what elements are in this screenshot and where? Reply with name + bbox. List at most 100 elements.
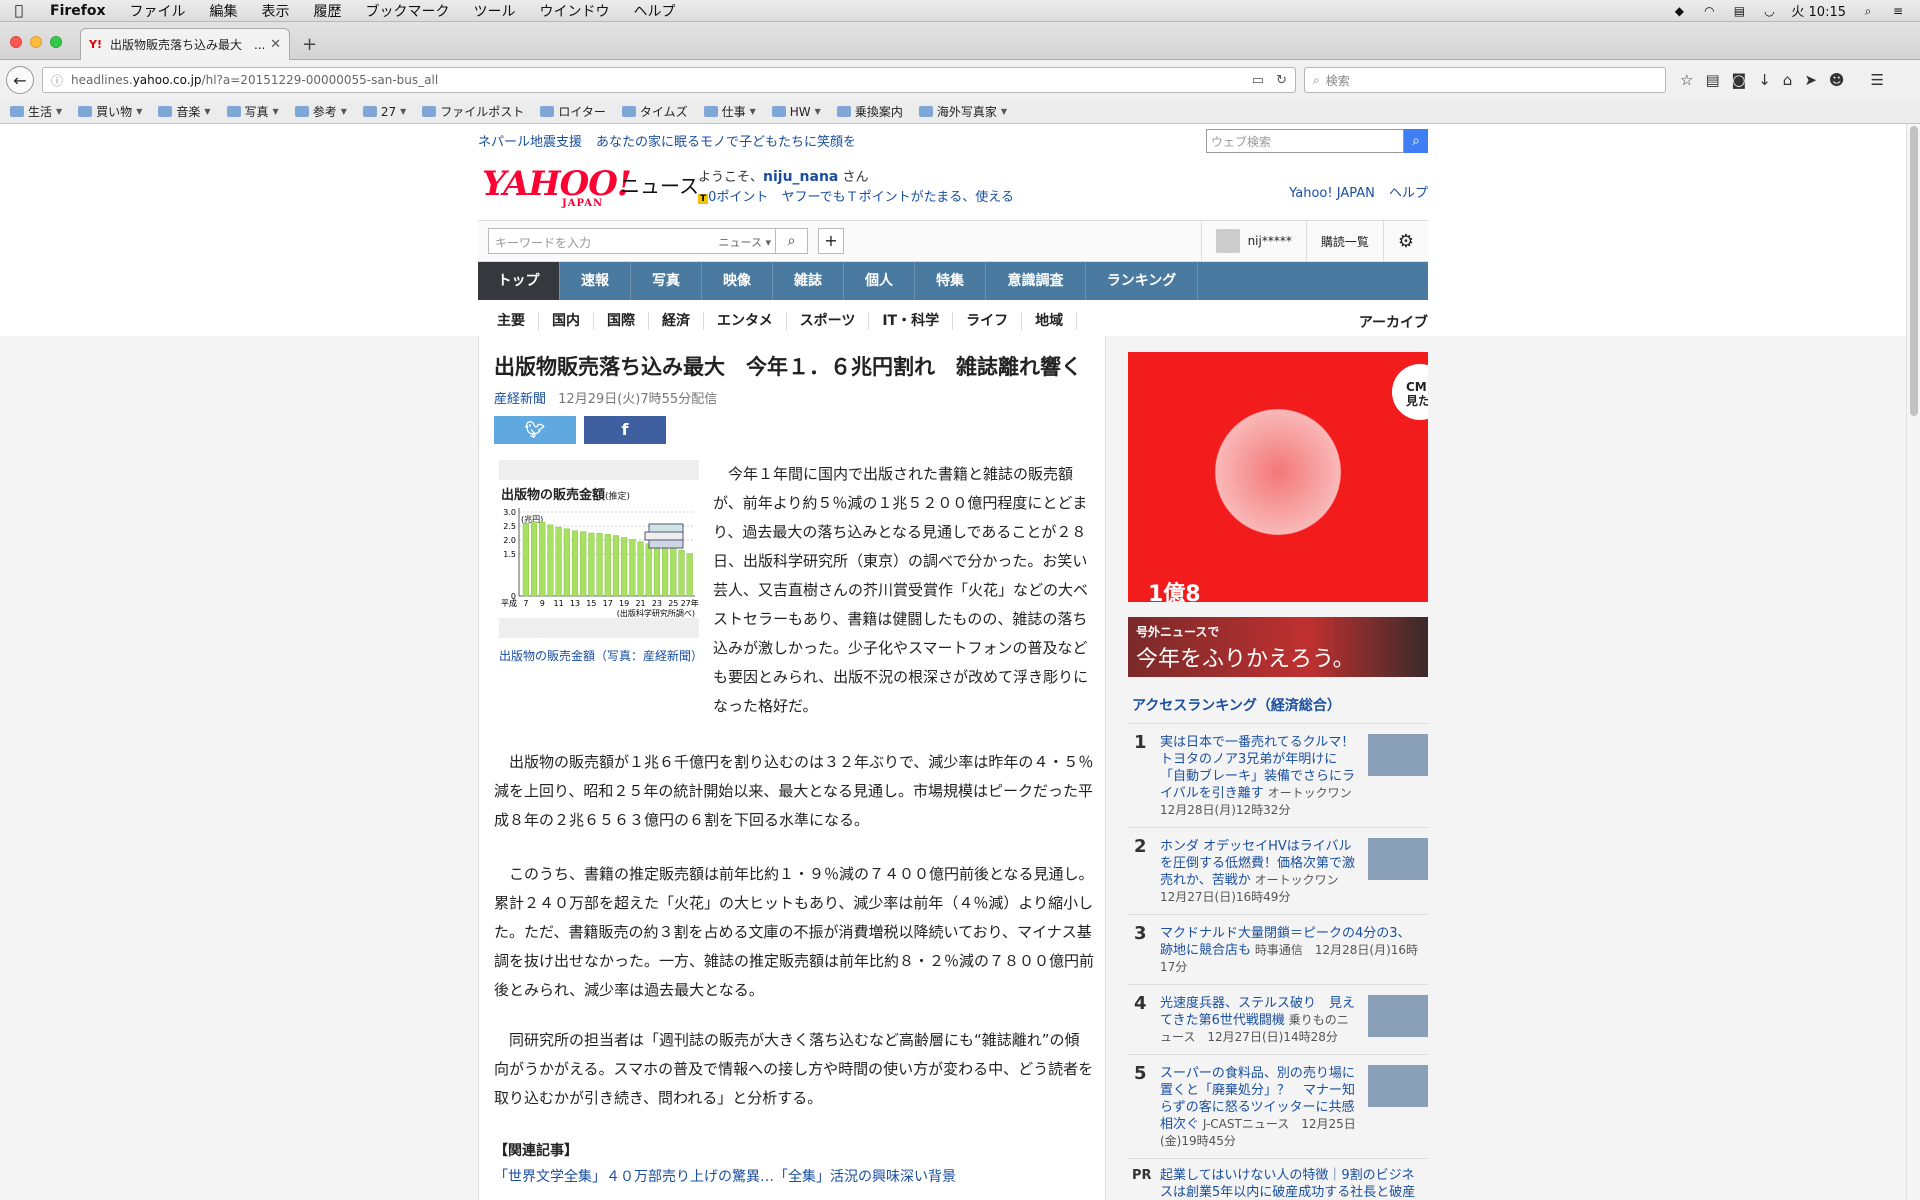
search-scope-dropdown[interactable]: ニュース ▾	[719, 234, 771, 250]
menu-view[interactable]: 表示	[250, 1, 302, 21]
settings-gear-icon[interactable]: ⚙	[1382, 221, 1428, 261]
wifi-status-icon[interactable]: ◠	[1701, 4, 1717, 18]
bookmark-star-icon[interactable]: ☆	[1680, 71, 1693, 89]
sub-nav-item[interactable]: エンタメ	[704, 312, 787, 330]
sub-nav-item[interactable]: 主要	[484, 312, 539, 330]
bookmark-item[interactable]: 写真 ▼	[226, 103, 279, 120]
minimize-window-button[interactable]	[30, 36, 42, 48]
menu-edit[interactable]: 編集	[198, 1, 250, 21]
ranking-item[interactable]: 1 実は日本で一番売れてるクルマ！トヨタのノア3兄弟が年明けに「自動ブレーキ」装備…	[1128, 724, 1428, 828]
send-icon[interactable]: ➤	[1804, 71, 1817, 89]
ranking-item[interactable]: 4 光速度兵器、ステルス破り 見えてきた第6世代戦闘機 乗りものニュース 12月2…	[1128, 985, 1428, 1055]
hamburger-menu-icon[interactable]: ☰	[1871, 71, 1884, 89]
reading-list-icon[interactable]: ▤	[1705, 71, 1719, 89]
home-icon[interactable]: ⌂	[1783, 71, 1793, 89]
notification-center-icon[interactable]: ≡	[1890, 4, 1906, 18]
bookmark-item[interactable]: 参考 ▼	[294, 103, 347, 120]
archive-link[interactable]: アーカイブ	[1359, 312, 1428, 332]
global-nav-item[interactable]: 個人	[844, 262, 915, 300]
bookmark-item[interactable]: 生活 ▼	[10, 103, 62, 120]
help-link[interactable]: ヘルプ	[1389, 186, 1428, 201]
download-icon[interactable]: ↓	[1758, 71, 1771, 89]
menu-tools[interactable]: ツール	[462, 1, 528, 21]
related-article-link[interactable]: 「世界文学全集」４０万部売り上げの驚異…「全集」活況の興味深い背景	[494, 1166, 956, 1186]
twitter-share-button[interactable]: 🐦︎	[494, 416, 576, 444]
back-button[interactable]: ←	[6, 66, 34, 94]
sub-nav-item[interactable]: 国内	[539, 312, 594, 330]
global-nav-item[interactable]: 速報	[560, 262, 631, 300]
ranking-item[interactable]: 3 マクドナルド大量閉鎖＝ピークの4分の3、跡地に競合店も 時事通信 12月28日…	[1128, 915, 1428, 985]
bookmark-item[interactable]: 仕事 ▼	[703, 103, 756, 120]
pocket-icon[interactable]: ◙	[1732, 71, 1747, 89]
global-nav-item[interactable]: 意識調査	[986, 262, 1086, 300]
ranking-thumbnail[interactable]	[1368, 995, 1428, 1037]
search-bar[interactable]: ⌕ 検索	[1304, 67, 1666, 93]
sub-nav-item[interactable]: 国際	[594, 312, 649, 330]
username-link[interactable]: niju_nana	[763, 169, 838, 185]
ranking-thumbnail[interactable]	[1368, 1065, 1428, 1107]
tab-active[interactable]: Y! 出版物販売落ち込み最大 ... ✕	[80, 28, 290, 60]
account-menu[interactable]: nij*****	[1200, 221, 1306, 261]
add-button[interactable]: +	[818, 228, 844, 254]
yahoo-japan-link[interactable]: Yahoo! JAPAN	[1289, 186, 1375, 201]
yahoo-logo[interactable]: YAHOO! JAPAN	[482, 164, 632, 209]
figure-caption[interactable]: 出版物の販売金額（写真：産経新聞）	[499, 648, 703, 665]
bookmark-item[interactable]: 音楽 ▼	[158, 103, 211, 120]
menu-file[interactable]: ファイル	[118, 1, 198, 21]
global-nav-item[interactable]: ランキング	[1086, 262, 1198, 300]
subscriptions-link[interactable]: 購読一覧	[1305, 221, 1383, 261]
link-nepal-support[interactable]: ネパール地震支援	[478, 131, 582, 150]
sub-nav-item[interactable]: スポーツ	[787, 312, 870, 330]
bookmark-item[interactable]: ロイター	[540, 103, 606, 120]
tpoint-balance[interactable]: 0ポイント	[708, 190, 768, 205]
bookmark-item[interactable]: 乗換案内	[836, 103, 903, 120]
close-tab-icon[interactable]: ✕	[270, 37, 281, 52]
global-nav-item[interactable]: トップ	[478, 262, 560, 300]
global-nav-item[interactable]: 映像	[702, 262, 773, 300]
new-tab-button[interactable]: +	[302, 34, 317, 55]
bookmark-item[interactable]: 海外写真家 ▼	[918, 103, 1007, 120]
reader-view-icon[interactable]: ▭	[1252, 73, 1264, 88]
menu-app-name[interactable]: Firefox	[38, 3, 118, 19]
chat-icon[interactable]: ☻	[1829, 71, 1845, 89]
page-info-icon[interactable]: ⓘ	[51, 72, 63, 89]
sub-nav-item[interactable]: ライフ	[953, 312, 1023, 330]
dropbox-icon[interactable]: ◆	[1671, 4, 1687, 18]
web-search-button[interactable]: ⌕	[1404, 129, 1428, 153]
ranking-item[interactable]: 2 ホンダ オデッセイHVはライバルを圧倒する低燃費！価格次第で激売れか、苦戦か …	[1128, 828, 1428, 915]
sub-nav-item[interactable]: 地域	[1022, 312, 1078, 330]
global-nav-item[interactable]: 雑誌	[773, 262, 844, 300]
ranking-title[interactable]: アクセスランキング（経済総合）	[1128, 695, 1428, 724]
global-nav-item[interactable]: 特集	[915, 262, 986, 300]
pr-item[interactable]: PR 起業してはいけない人の特徴｜9割のビジネスは創業5年以内に破産成功する社長…	[1128, 1159, 1428, 1200]
url-bar[interactable]: ⓘ headlines.yahoo.co.jp/hl?a=20151229-00…	[42, 67, 1296, 93]
spotlight-icon[interactable]: ⌕	[1860, 4, 1876, 18]
wifi-icon[interactable]: ◡	[1761, 4, 1777, 18]
bookmark-item[interactable]: 27 ▼	[362, 105, 406, 119]
bookmark-item[interactable]: タイムズ	[621, 103, 688, 120]
link-smile-campaign[interactable]: あなたの家に眠るモノで子どもたちに笑顔を	[596, 131, 856, 150]
menubar-clock[interactable]: 火 10:15	[1791, 1, 1846, 20]
menu-window[interactable]: ウインドウ	[528, 1, 622, 21]
year-review-banner[interactable]: 号外ニュースで 今年をふりかえろう。	[1128, 617, 1428, 677]
menu-help[interactable]: ヘルプ	[622, 1, 688, 21]
bookmark-item[interactable]: ファイルポスト	[422, 103, 524, 120]
tpoint-promo-link[interactable]: ヤフーでもＴポイントがたまる、使える	[781, 190, 1013, 205]
url-text[interactable]: headlines.yahoo.co.jp/hl?a=20151229-0000…	[71, 73, 1240, 87]
bookmark-item[interactable]: HW ▼	[771, 105, 821, 119]
ranking-thumbnail[interactable]	[1368, 838, 1428, 880]
sub-nav-item[interactable]: 経済	[649, 312, 704, 342]
close-window-button[interactable]	[10, 36, 22, 48]
global-nav-item[interactable]: 写真	[631, 262, 702, 300]
sales-chart[interactable]: 出版物の販売金額(推定) 3.0 2.5 2.0 1.5 0 (兆円) 7 9 11 13 15 17…	[499, 460, 699, 638]
zoom-window-button[interactable]	[50, 36, 62, 48]
facebook-share-button[interactable]: f	[584, 416, 666, 444]
page-scrollbar[interactable]	[1906, 124, 1920, 1200]
flag-icon[interactable]: ▤	[1731, 4, 1747, 18]
scrollbar-thumb[interactable]	[1910, 126, 1918, 416]
menu-history[interactable]: 履歴	[302, 1, 354, 21]
section-name[interactable]: ニュース	[620, 170, 699, 199]
sub-nav-item[interactable]: IT・科学	[869, 312, 954, 330]
reload-icon[interactable]: ↻	[1276, 73, 1287, 88]
keyword-search-button[interactable]: ⌕	[775, 229, 807, 253]
